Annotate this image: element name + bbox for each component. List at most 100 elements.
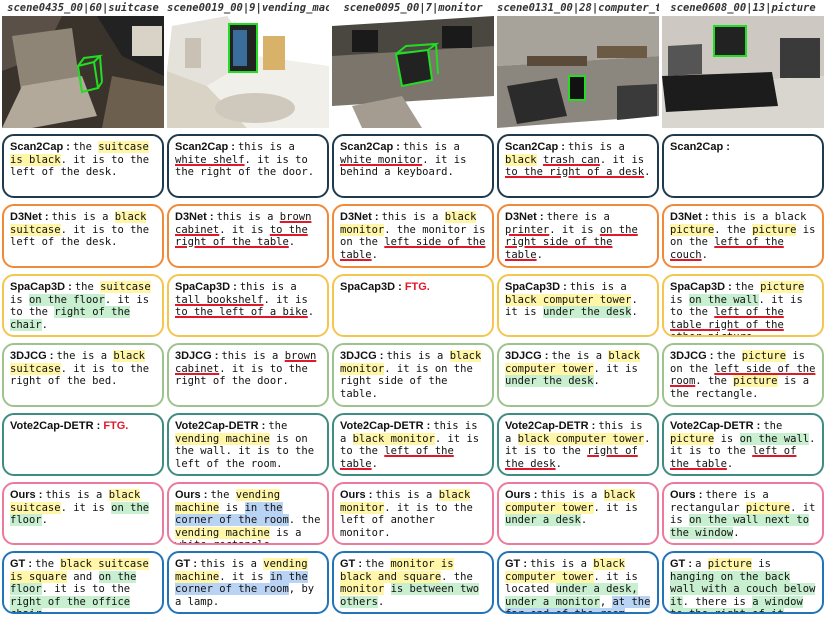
caption-text: this is a <box>216 211 280 223</box>
caption-text: the <box>763 420 783 432</box>
caption-text: . <box>307 306 315 319</box>
method-label: Vote2Cap-DETR <box>505 420 589 432</box>
label-separator: : <box>685 558 696 570</box>
caption-text: . it is <box>219 570 270 583</box>
caption-text: the <box>210 489 236 501</box>
label-separator: : <box>200 489 211 501</box>
method-label: Ours <box>175 489 201 501</box>
label-separator: : <box>65 281 75 293</box>
caption-card: Scan2Cap : the suitcase is black. it is … <box>2 134 164 198</box>
label-separator: : <box>701 211 712 223</box>
caption-card: Vote2Cap-DETR : the vending machine is o… <box>167 413 329 476</box>
label-separator: : <box>211 350 222 362</box>
caption-text: this is a <box>540 489 604 501</box>
caption-text: . the <box>714 223 753 236</box>
caption-text: is <box>10 293 29 306</box>
caption-text: the <box>268 420 288 432</box>
label-separator: : <box>25 558 36 570</box>
label-separator: : <box>355 558 366 570</box>
method-label: Vote2Cap-DETR <box>340 420 424 432</box>
label-separator: : <box>423 420 434 432</box>
method-label: Ours <box>670 489 696 501</box>
caption-card: Vote2Cap-DETR : the picture is on the wa… <box>662 413 824 476</box>
method-label: SpaCap3D <box>505 281 561 293</box>
caption-text: there is a <box>546 211 610 223</box>
object-highlight: black computer tower <box>517 432 645 445</box>
caption-text: . <box>371 457 378 470</box>
caption-card: D3Net : this is a black monitor. the mon… <box>332 204 494 268</box>
label-separator: : <box>558 141 568 153</box>
caption-text: the <box>716 350 742 362</box>
caption-text: . the <box>695 375 734 388</box>
correct-relation-highlight: under the desk <box>505 375 594 388</box>
caption-card: Vote2Cap-DETR : this is a black computer… <box>497 413 659 476</box>
label-separator: : <box>228 141 238 153</box>
caption-text: . <box>784 608 790 612</box>
scene-image-suitcase <box>2 16 164 128</box>
label-separator: : <box>520 558 531 570</box>
caption-text: . <box>42 608 48 612</box>
label-separator: : <box>541 350 552 362</box>
error-underline: white monitor <box>340 153 423 166</box>
caption-text: . <box>625 608 631 612</box>
label-separator: : <box>190 558 201 570</box>
scene-header-3: scene0095_00|7|monitor <box>343 2 483 14</box>
caption-text: . <box>41 318 48 331</box>
fail-to-generate-label: FTG. <box>103 420 129 432</box>
caption-text: the <box>365 558 391 570</box>
caption-text: . <box>41 514 48 527</box>
method-label: Vote2Cap-DETR <box>10 420 94 432</box>
label-separator: : <box>376 350 387 362</box>
method-label: D3Net <box>340 211 372 223</box>
caption-card: GT : this is a black computer tower. it … <box>497 551 659 614</box>
object-highlight: picture <box>741 350 787 362</box>
method-label: GT <box>175 558 191 570</box>
object-highlight: vending machine <box>175 526 270 539</box>
caption-text: this is a <box>381 211 445 223</box>
caption-text: . <box>384 526 391 539</box>
caption-text: , <box>599 595 613 608</box>
method-label: Scan2Cap <box>175 141 229 153</box>
label-separator: : <box>588 420 599 432</box>
caption-text: . <box>536 248 543 261</box>
object-highlight: picture <box>733 375 778 388</box>
label-separator: : <box>695 489 706 501</box>
caption-card: GT : the black suitcase is square and on… <box>2 551 164 614</box>
caption-text: this is a <box>221 350 285 362</box>
method-label: GT <box>505 558 521 570</box>
caption-card: D3Net : this is a black suitcase. it is … <box>2 204 164 268</box>
object-highlight: black monitor <box>352 432 435 445</box>
caption-card: D3Net : this is a brown cabinet. it is t… <box>167 204 329 268</box>
scene-image-picture <box>662 16 824 128</box>
caption-text: is <box>714 432 740 445</box>
caption-text: . <box>631 306 638 319</box>
caption-card: Vote2Cap-DETR : this is a black monitor.… <box>332 413 494 476</box>
caption-card: Scan2Cap : this is a white shelf. it is … <box>167 134 329 198</box>
method-label: 3DJCG <box>505 350 542 362</box>
scene-header-2: scene0019_00|9|vending_machin <box>167 2 329 14</box>
error-underline: tall bookshelf <box>175 293 264 306</box>
label-separator: : <box>35 489 46 501</box>
label-separator: : <box>393 141 403 153</box>
error-underline: to the right of a desk <box>505 166 645 179</box>
caption-text: this is a <box>569 281 627 293</box>
error-underline: to the left of a bike <box>175 306 308 319</box>
caption-card: Ours : this is a black monitor. it is to… <box>332 482 494 545</box>
caption-text: . <box>726 457 734 470</box>
label-separator: : <box>93 420 104 432</box>
caption-card: 3DJCG : the is a black suitcase. it is t… <box>2 343 164 407</box>
label-separator: : <box>395 281 405 293</box>
object-highlight: suitcase <box>100 281 151 293</box>
caption-text: . it is <box>593 501 638 514</box>
caption-text: . it is <box>219 223 270 236</box>
label-separator: : <box>230 281 240 293</box>
caption-text: . <box>644 166 651 179</box>
method-label: Ours <box>340 489 366 501</box>
correct-relation-highlight: on the wall <box>739 432 810 445</box>
label-separator: : <box>753 420 764 432</box>
scene-image-computer-tower <box>497 16 659 128</box>
caption-text: is <box>219 501 245 514</box>
caption-text: the <box>734 281 761 293</box>
method-label: Scan2Cap <box>505 141 559 153</box>
method-label: Ours <box>505 489 531 501</box>
